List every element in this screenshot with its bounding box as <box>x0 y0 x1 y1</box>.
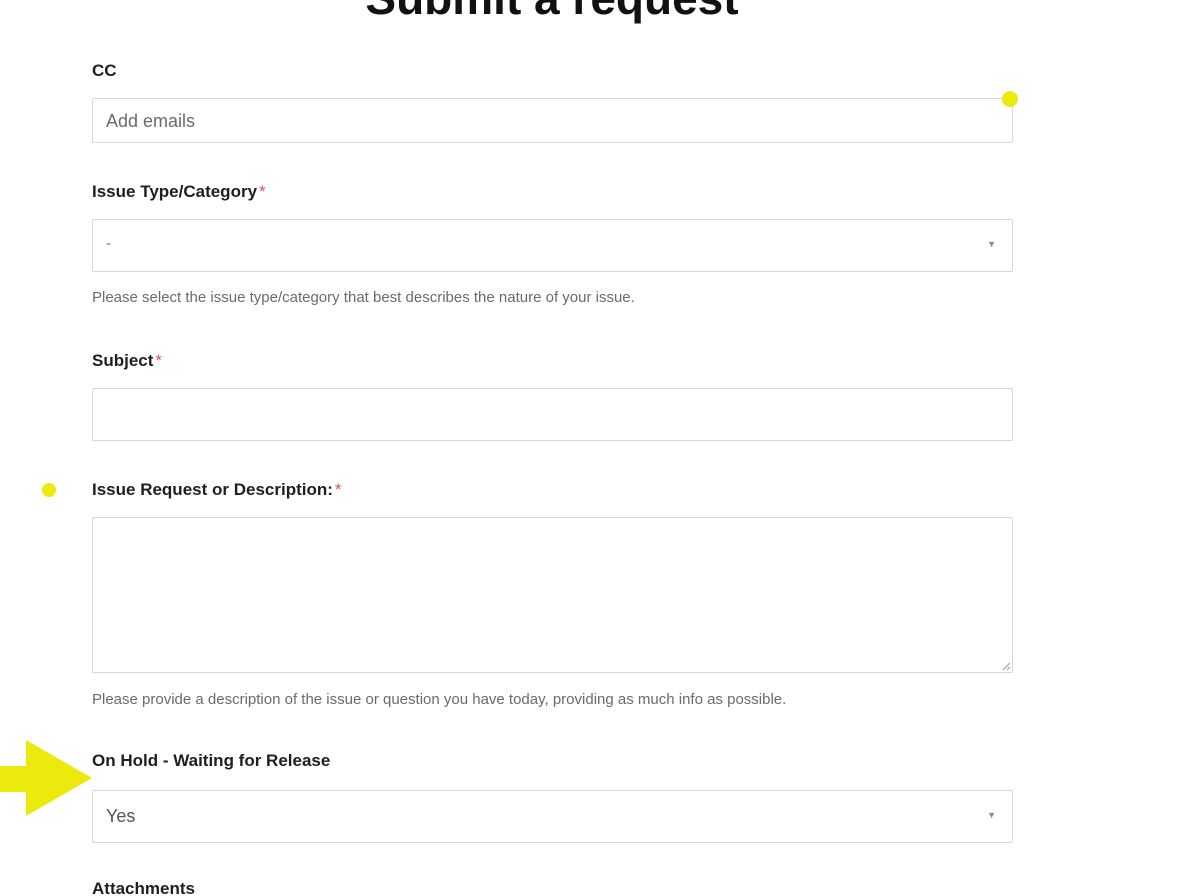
chevron-down-icon: ▼ <box>987 810 996 820</box>
on-hold-select[interactable]: Yes ▼ <box>92 790 1013 843</box>
required-mark: * <box>155 351 163 370</box>
subject-label-text: Subject <box>92 351 154 370</box>
dot-marker-icon <box>42 483 56 497</box>
required-mark: * <box>259 182 266 201</box>
issue-type-selected-value: - <box>106 235 111 252</box>
arrow-right-icon <box>0 740 92 816</box>
cc-field[interactable]: Add emails <box>92 98 1013 143</box>
chevron-down-icon: ▼ <box>987 239 996 249</box>
subject-input[interactable] <box>92 388 1013 441</box>
cc-placeholder: Add emails <box>106 111 196 131</box>
description-textarea[interactable] <box>92 517 1013 673</box>
subject-label: Subject * <box>92 350 162 372</box>
required-mark: * <box>334 480 342 499</box>
attachments-label: Attachments <box>92 879 195 896</box>
description-label: Issue Request or Description: * <box>92 479 342 501</box>
resize-handle-icon[interactable] <box>1001 661 1011 671</box>
description-hint: Please provide a description of the issu… <box>92 691 787 708</box>
on-hold-selected-value: Yes <box>106 806 136 826</box>
issue-type-select[interactable]: - ▼ <box>92 219 1013 272</box>
issue-type-hint: Please select the issue type/category th… <box>92 289 635 306</box>
dot-marker-icon <box>1002 91 1018 107</box>
issue-type-label-text: Issue Type/Category <box>92 182 258 201</box>
issue-type-label: Issue Type/Category * <box>92 181 266 203</box>
on-hold-label: On Hold - Waiting for Release <box>92 751 331 770</box>
page-title: Submit a request <box>0 0 1104 26</box>
description-label-text: Issue Request or Description: <box>92 480 333 499</box>
cc-label: CC <box>92 61 117 80</box>
